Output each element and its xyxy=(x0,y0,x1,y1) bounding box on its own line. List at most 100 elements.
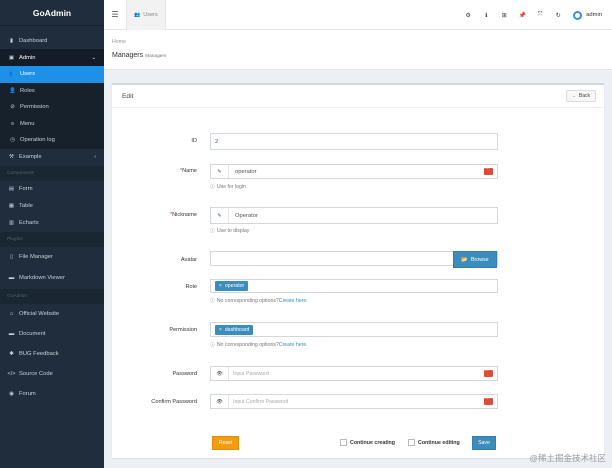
watermark: @稀土掘金技术社区 xyxy=(529,453,606,463)
id-field[interactable]: 2 xyxy=(210,133,498,150)
continue-editing-checkbox[interactable]: Continue editing xyxy=(408,439,460,446)
user-menu[interactable]: admin xyxy=(573,10,602,20)
breadcrumb[interactable]: Home xyxy=(112,39,612,45)
sidebar-header-goadmin: GoAdmin xyxy=(0,288,104,304)
id-value: 2 xyxy=(215,138,219,145)
sidebar-item-label: Roles xyxy=(20,87,35,94)
nickname-value: Operator xyxy=(235,212,258,219)
info-circle-icon: ⓘ xyxy=(210,299,215,304)
top-icons: ⚙ ℹ ⊞ 📌 ⤧ ↻ admin xyxy=(459,0,602,30)
permission-tag-label: dashboard xyxy=(224,326,250,333)
sidebar-item-bug-feedback[interactable]: ✱ BUG Feedback xyxy=(0,344,104,364)
sidebar-item-example[interactable]: ⚒ Example ‹ xyxy=(0,149,104,166)
code-icon: </> xyxy=(7,370,16,377)
remove-tag-icon[interactable]: × xyxy=(219,327,222,333)
continue-creating-checkbox[interactable]: Continue creating xyxy=(340,439,395,446)
checkbox[interactable] xyxy=(408,439,415,446)
reset-button[interactable]: Reset xyxy=(212,436,239,450)
password-placeholder: Input Password xyxy=(233,370,269,377)
app-logo[interactable]: GoAdmin xyxy=(0,0,104,26)
sidebar-item-file-manager[interactable]: ▯ File Manager xyxy=(0,247,104,268)
clear-icon[interactable] xyxy=(484,395,493,405)
sidebar-item-users[interactable]: 👥 Users xyxy=(0,66,104,83)
chevron-left-icon: ‹ xyxy=(94,154,96,160)
dashboard-icon: ▮ xyxy=(9,37,14,44)
page-title-text: Managers xyxy=(112,52,144,59)
sidebar-item-dashboard[interactable]: ▮ Dashboard xyxy=(0,32,104,49)
markdown-icon: ▬ xyxy=(8,275,15,281)
tools-icon: ⚒ xyxy=(9,154,14,160)
avatar-label: Avatar xyxy=(180,257,197,263)
sidebar-item-label: Admin xyxy=(19,54,36,61)
role-select[interactable]: × operator xyxy=(210,279,498,293)
id-label: ID xyxy=(191,138,197,144)
back-button[interactable]: ← Back xyxy=(565,90,596,102)
nickname-field[interactable]: ✎ Operator xyxy=(210,207,498,224)
sidebar-item-permission[interactable]: ⊘ Permission xyxy=(0,99,104,116)
browse-button[interactable]: 📂 Browse xyxy=(453,251,497,268)
avatar-field[interactable]: 📂 Browse xyxy=(210,251,498,268)
pin-icon[interactable]: 📌 xyxy=(513,12,531,19)
eye-icon[interactable]: 👁 xyxy=(211,395,229,408)
name-field[interactable]: ✎ operator xyxy=(210,164,498,179)
sidebar-item-echarts[interactable]: ▥ Echarts xyxy=(0,215,104,232)
sidebar-item-label: Users xyxy=(20,71,36,78)
form-icon: ▤ xyxy=(8,186,15,192)
remove-tag-icon[interactable]: × xyxy=(219,283,222,289)
sidebar-item-forum[interactable]: ◉ Forum xyxy=(0,384,104,404)
permission-help-text: No corresponding options? xyxy=(216,342,279,348)
sidebar-item-label: Official Website xyxy=(19,310,60,317)
checkbox[interactable] xyxy=(340,439,347,446)
info-icon[interactable]: ℹ xyxy=(477,12,495,19)
create-role-link[interactable]: Create here. xyxy=(279,298,308,304)
fullscreen-icon[interactable]: ⤧ xyxy=(531,12,549,19)
page-title: Managers Managers xyxy=(112,52,612,59)
admin-icon: ▣ xyxy=(8,54,15,61)
breadcrumb-home[interactable]: Home xyxy=(112,39,126,45)
sidebar-item-table[interactable]: ▦ Table xyxy=(0,198,104,215)
permission-tag[interactable]: × dashboard xyxy=(215,324,254,335)
clear-icon[interactable] xyxy=(484,165,493,175)
sidebar-item-admin[interactable]: ▣ Admin ⌄ xyxy=(0,49,104,66)
chevron-down-icon: ⌄ xyxy=(91,54,96,61)
sidebar-item-document[interactable]: ▬ Document xyxy=(0,324,104,344)
sidebar-item-label: Markdown Viewer xyxy=(19,275,65,281)
info-circle-icon: ⓘ xyxy=(210,185,215,190)
password-field[interactable]: 👁 Input Password xyxy=(210,366,498,381)
sidebar-item-label: Operation log xyxy=(20,137,55,144)
back-label: Back xyxy=(578,93,590,99)
name-label: *Name xyxy=(112,168,197,174)
nickname-help-text: Use to display xyxy=(216,228,250,234)
sidebar: GoAdmin ▮ Dashboard ▣ Admin ⌄ 👥 Users 👤 … xyxy=(0,0,104,468)
clear-icon[interactable] xyxy=(484,367,493,377)
role-help-text: No corresponding options? xyxy=(216,298,279,304)
sidebar-item-roles[interactable]: 👤 Roles xyxy=(0,82,104,99)
sidebar-item-form[interactable]: ▤ Form xyxy=(0,181,104,198)
sidebar-item-label: Menu xyxy=(20,120,35,127)
grid-icon[interactable]: ⊞ xyxy=(495,12,513,19)
refresh-icon[interactable]: ↻ xyxy=(549,12,567,19)
sidebar-item-official-website[interactable]: ⌂ Official Website xyxy=(0,304,104,324)
users-icon: 👥 xyxy=(9,71,16,78)
password-label: Password xyxy=(172,371,197,377)
settings-icon[interactable]: ⚙ xyxy=(459,12,477,19)
sidebar-item-menu[interactable]: ≡ Menu xyxy=(0,115,104,132)
confirm-password-field[interactable]: 👁 Input Confirm Password xyxy=(210,394,498,409)
sidebar-item-markdown-viewer[interactable]: ▬ Markdown Viewer xyxy=(0,268,104,289)
sidebar-item-operation-log[interactable]: ◷ Operation log xyxy=(0,132,104,149)
table-icon: ▦ xyxy=(8,203,15,209)
document-icon: ▬ xyxy=(8,330,15,337)
sidebar-item-source-code[interactable]: </> Source Code xyxy=(0,364,104,384)
ban-icon: ⊘ xyxy=(10,104,15,111)
role-tag[interactable]: × operator xyxy=(215,281,249,291)
create-permission-link[interactable]: Create here. xyxy=(279,342,308,348)
save-button[interactable]: Save xyxy=(472,436,496,450)
nickname-help: ⓘ Use to display xyxy=(210,227,249,234)
name-value: operator xyxy=(235,168,257,175)
pencil-icon: ✎ xyxy=(211,165,229,178)
confirm-password-placeholder: Input Confirm Password xyxy=(233,398,289,405)
eye-icon[interactable]: 👁 xyxy=(211,367,229,380)
permission-select[interactable]: × dashboard xyxy=(210,322,498,337)
sidebar-toggle-icon[interactable]: ☰ xyxy=(104,0,126,30)
tab-users[interactable]: 👥 Users xyxy=(126,0,166,30)
